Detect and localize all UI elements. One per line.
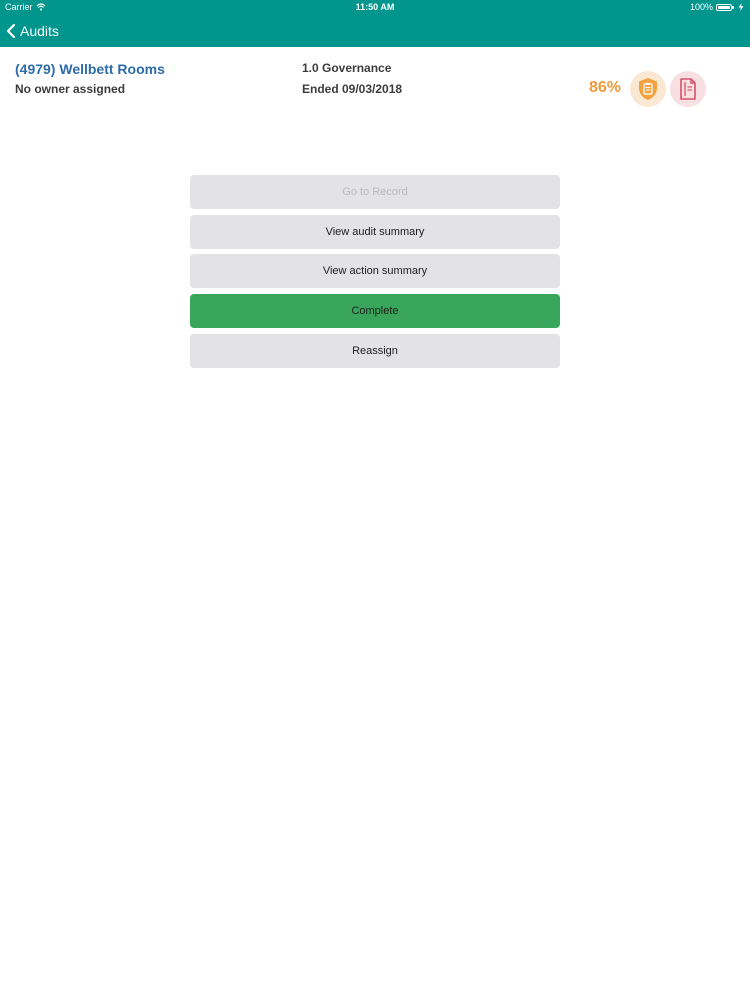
shield-clipboard-icon [639, 78, 657, 100]
view-action-summary-button[interactable]: View action summary [190, 254, 560, 288]
document-icon [680, 78, 696, 100]
battery-percent: 100% [689, 2, 713, 12]
view-audit-summary-button[interactable]: View audit summary [190, 215, 560, 249]
complete-button[interactable]: Complete [190, 294, 560, 328]
status-bar: Carrier 11:50 AM 100% [0, 0, 750, 14]
document-badge[interactable] [670, 71, 706, 107]
audit-score: 86% [589, 79, 622, 96]
chevron-left-icon [6, 23, 16, 39]
audit-ended-date: Ended 09/03/2018 [302, 82, 403, 96]
owner-status: No owner assigned [15, 82, 126, 96]
shield-badge[interactable] [630, 71, 666, 107]
status-battery-group: 100% [690, 0, 744, 14]
navigation-bar: Carrier 11:50 AM 100% Audits [0, 0, 750, 47]
audit-section: 1.0 Governance [302, 61, 392, 75]
go-to-record-button[interactable]: Go to Record [190, 175, 560, 209]
audit-title: (4979) Wellbett Rooms [15, 61, 165, 77]
back-label: Audits [20, 23, 59, 39]
charging-icon [738, 3, 744, 11]
back-button[interactable]: Audits [6, 20, 59, 42]
status-time: 11:50 AM [355, 2, 395, 12]
reassign-button[interactable]: Reassign [190, 334, 560, 368]
battery-icon [716, 3, 734, 11]
